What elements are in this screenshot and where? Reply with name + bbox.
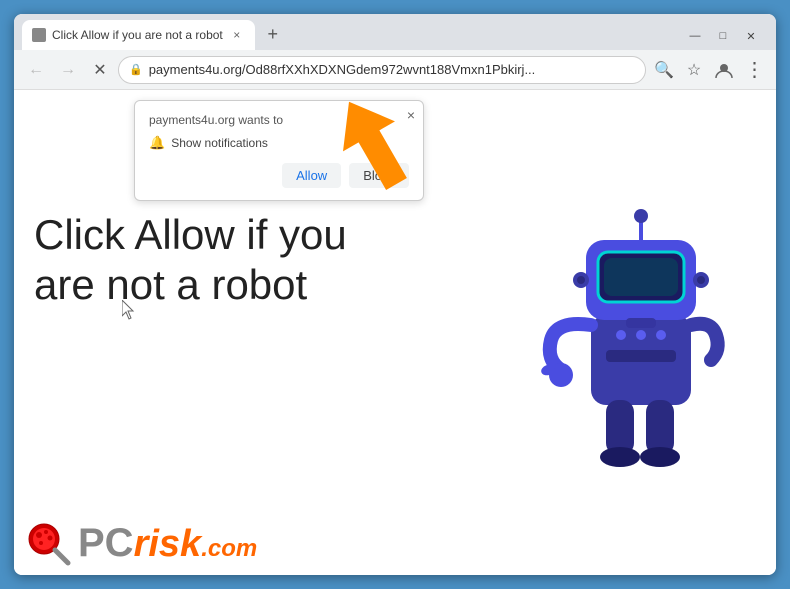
back-button[interactable]: ←	[22, 56, 50, 84]
search-icon-button[interactable]: 🔍	[650, 56, 678, 84]
active-tab[interactable]: Click Allow if you are not a robot ×	[22, 20, 255, 50]
bookmark-icon-button[interactable]: ☆	[680, 56, 708, 84]
arrow-indicator	[314, 90, 434, 200]
forward-button[interactable]: →	[54, 56, 82, 84]
pcrisk-magnifier-icon	[24, 519, 72, 567]
show-notifications-label: Show notifications	[171, 136, 268, 150]
pcrisk-text-logo: PCrisk.com	[78, 521, 257, 566]
lock-icon: 🔒	[129, 63, 143, 76]
window-controls: — □ ✕	[682, 26, 768, 50]
reload-button[interactable]: ✕	[86, 56, 114, 84]
new-tab-button[interactable]: +	[259, 20, 287, 48]
tab-bar: Click Allow if you are not a robot × + —…	[14, 14, 776, 50]
pcrisk-logo: PCrisk.com	[24, 519, 257, 567]
page-content: × payments4u.org wants to 🔔 Show notific…	[14, 90, 776, 575]
toolbar-icons: 🔍 ☆ ⋮	[650, 56, 768, 84]
toolbar: ← → ✕ 🔒 payments4u.org/Od88rfXXhXDXNGdem…	[14, 50, 776, 90]
profile-icon-button[interactable]	[710, 56, 738, 84]
close-button[interactable]: ✕	[738, 26, 764, 46]
address-bar[interactable]: 🔒 payments4u.org/Od88rfXXhXDXNGdem972wvn…	[118, 56, 646, 84]
main-text: Click Allow if you are not a robot	[34, 210, 374, 311]
menu-icon-button[interactable]: ⋮	[740, 56, 768, 84]
browser-window: Click Allow if you are not a robot × + —…	[14, 14, 776, 575]
tab-title: Click Allow if you are not a robot	[52, 28, 223, 42]
robot-illustration	[526, 160, 756, 480]
com-label: .com	[201, 535, 257, 563]
tab-favicon	[32, 28, 46, 42]
pc-label: PC	[78, 521, 134, 566]
maximize-button[interactable]: □	[710, 26, 736, 46]
minimize-button[interactable]: —	[682, 26, 708, 46]
bell-icon: 🔔	[149, 135, 165, 151]
cursor-indicator	[122, 300, 134, 318]
tab-close-button[interactable]: ×	[229, 27, 245, 43]
risk-label: risk	[134, 523, 202, 566]
url-text: payments4u.org/Od88rfXXhXDXNGdem972wvnt1…	[149, 62, 635, 77]
